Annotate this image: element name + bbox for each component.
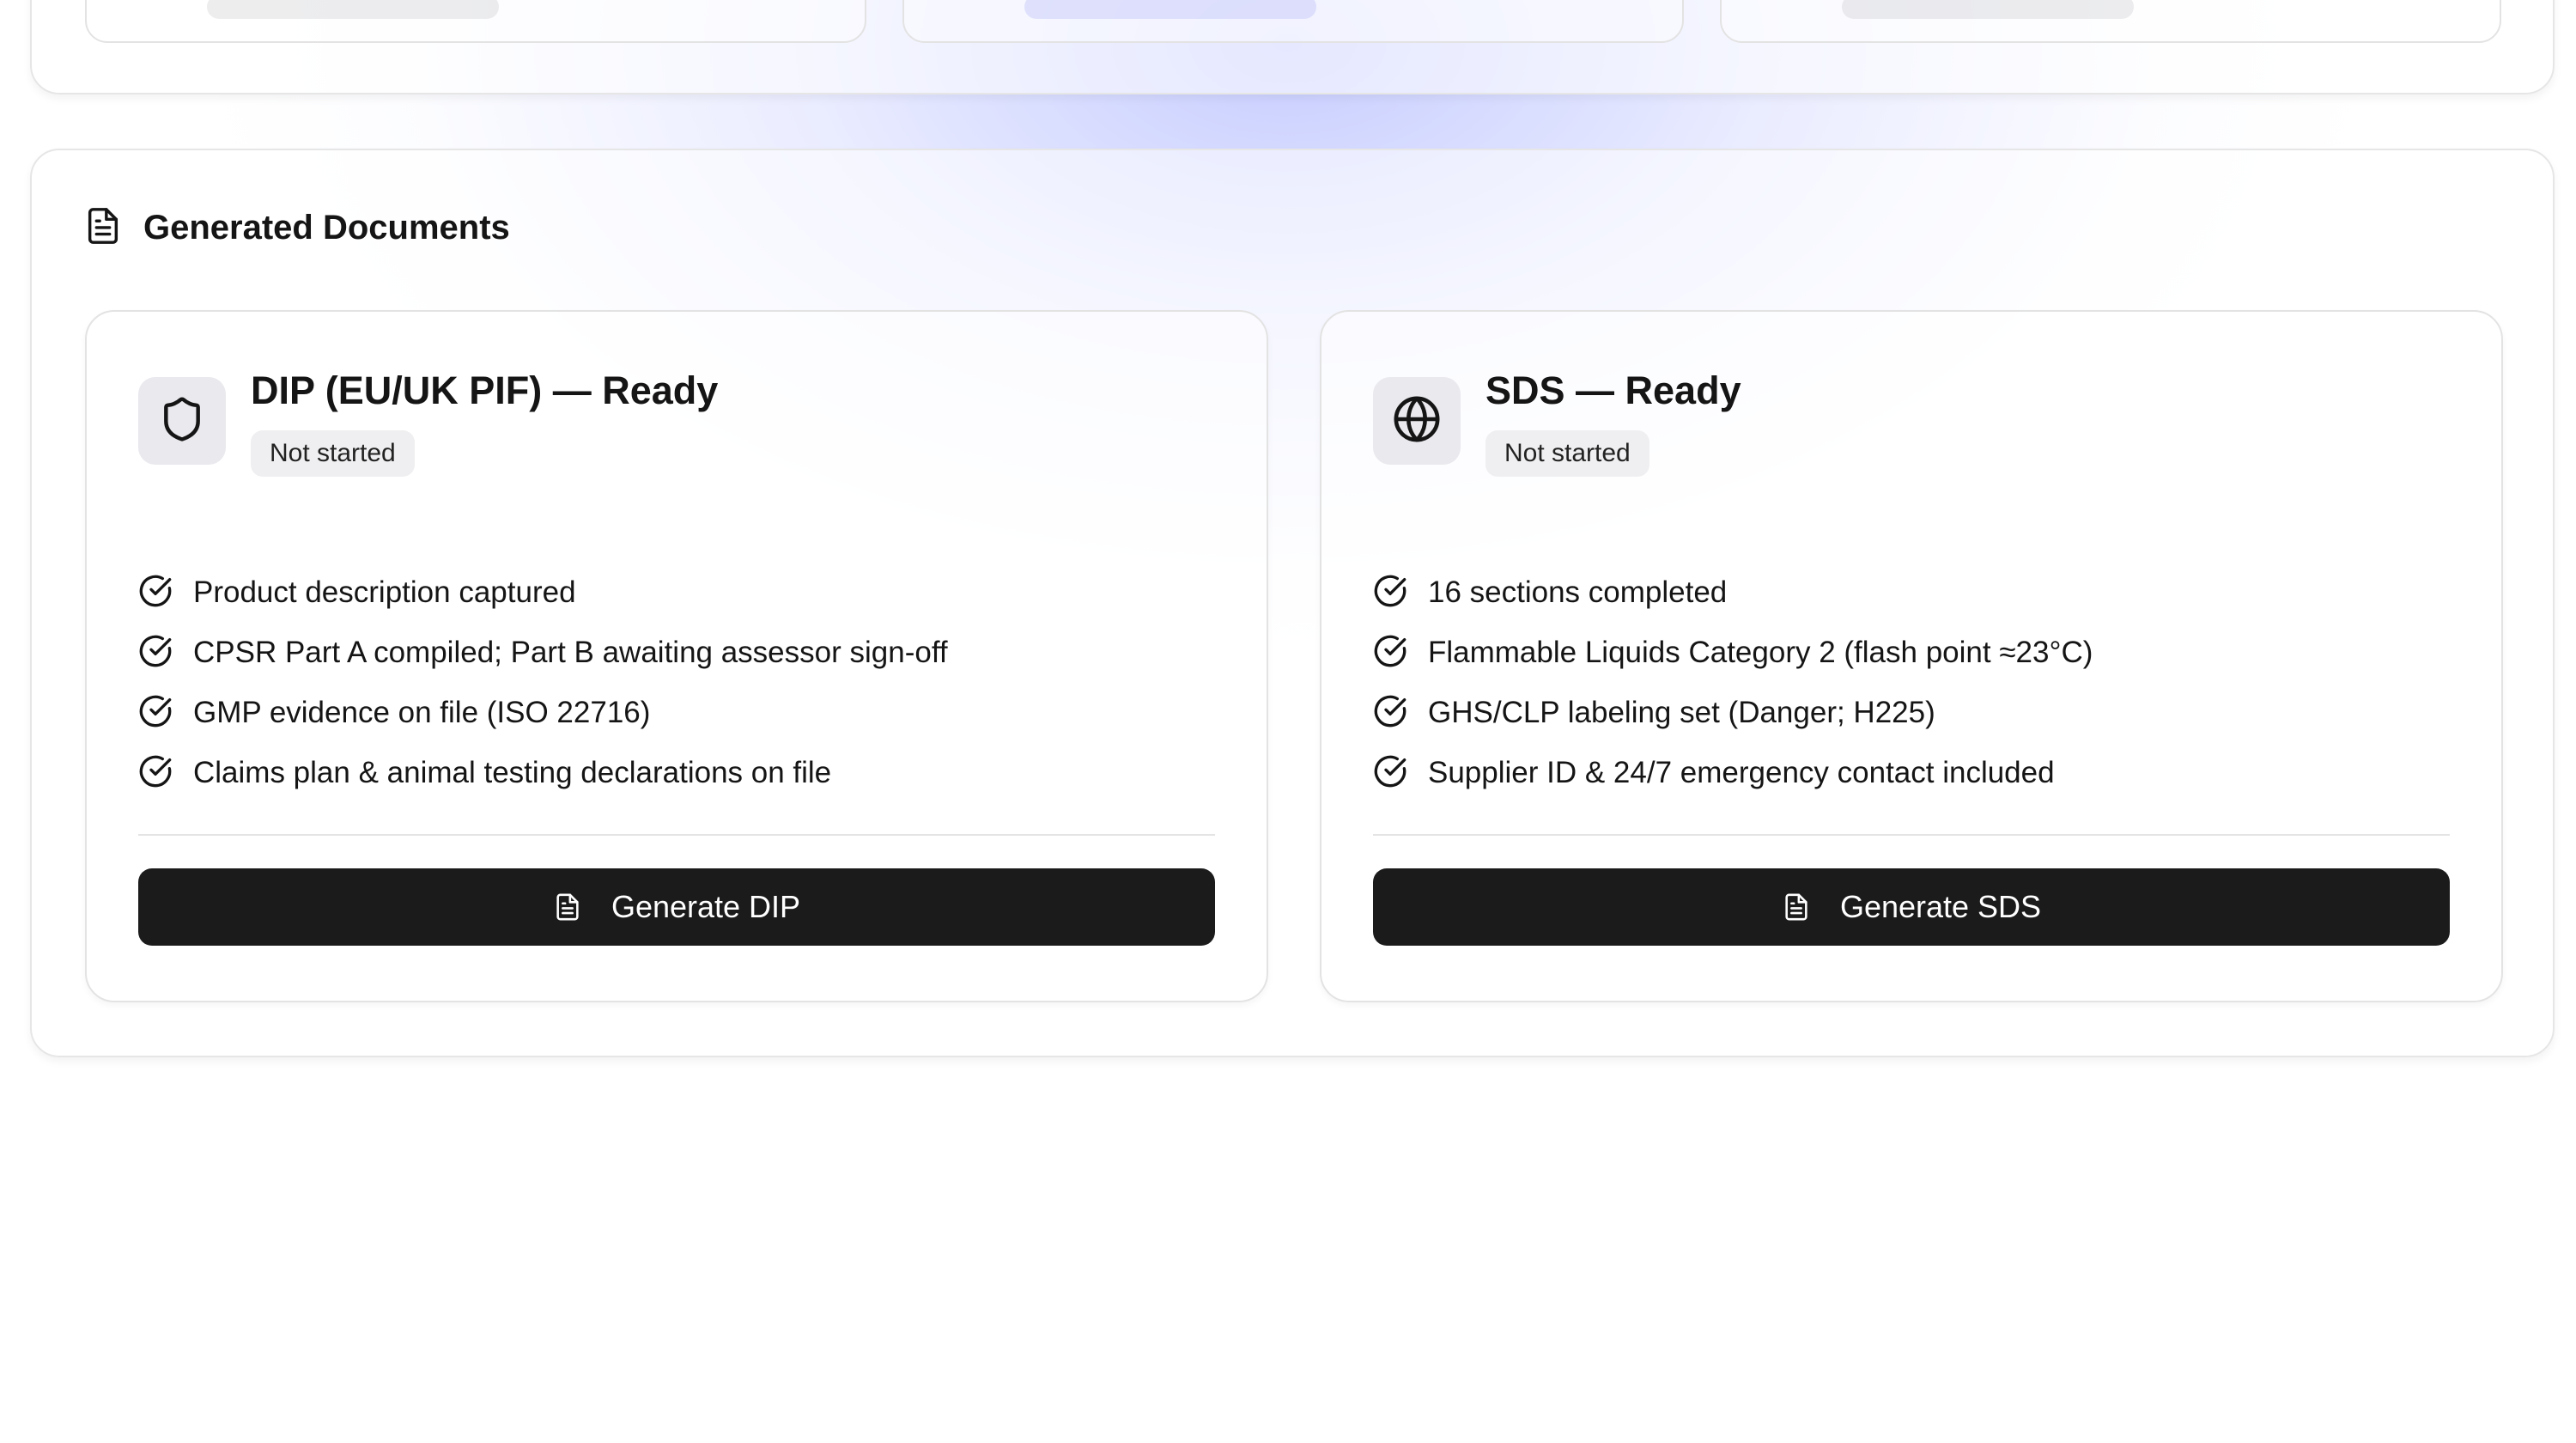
summary-card	[1720, 0, 2501, 43]
globe-icon	[1392, 394, 1442, 448]
list-item: CPSR Part A compiled; Part B awaiting as…	[138, 634, 948, 672]
status-badge: Not started	[251, 430, 415, 477]
checklist-item-text: GHS/CLP labeling set (Danger; H225)	[1428, 696, 1935, 729]
checklist-item-text: Product description captured	[193, 575, 576, 609]
check-circle-icon	[1373, 574, 1407, 612]
section-title: Generated Documents	[143, 209, 510, 247]
check-circle-icon	[1373, 754, 1407, 793]
status-badge: Not started	[1485, 430, 1649, 477]
file-text-icon	[83, 204, 123, 253]
list-item: Supplier ID & 24/7 emergency contact inc…	[1373, 754, 2093, 792]
summary-card-badge	[1842, 0, 2134, 19]
list-item: GMP evidence on file (ISO 22716)	[138, 694, 948, 732]
divider	[138, 834, 1215, 836]
checklist-item-text: 16 sections completed	[1428, 575, 1728, 609]
doc-icon-container	[1373, 377, 1461, 465]
list-item: Claims plan & animal testing declaration…	[138, 754, 948, 792]
list-item: Flammable Liquids Category 2 (flash poin…	[1373, 634, 2093, 672]
file-text-icon	[1782, 890, 1811, 924]
button-label: Generate DIP	[611, 889, 801, 924]
summary-card	[902, 0, 1684, 43]
list-item: 16 sections completed	[1373, 574, 2093, 612]
file-text-icon	[553, 890, 582, 924]
button-label: Generate SDS	[1839, 889, 2042, 924]
checklist-item-text: Supplier ID & 24/7 emergency contact inc…	[1428, 756, 2055, 789]
check-circle-icon	[138, 634, 173, 673]
checklist-item-text: Flammable Liquids Category 2 (flash poin…	[1428, 636, 2093, 669]
list-item: GHS/CLP labeling set (Danger; H225)	[1373, 694, 2093, 732]
summary-card-badge	[1024, 0, 1316, 19]
section-header: Generated Documents	[83, 204, 510, 253]
sds-document-card: SDS — Ready Not started 16 sections comp…	[1320, 310, 2503, 1002]
generate-sds-button[interactable]: Generate SDS	[1373, 868, 2450, 946]
summary-card-badge	[207, 0, 499, 19]
checklist-item-text: Claims plan & animal testing declaration…	[193, 756, 832, 789]
dip-document-card: DIP (EU/UK PIF) — Ready Not started Prod…	[85, 310, 1268, 1002]
doc-icon-container	[138, 377, 226, 465]
check-circle-icon	[1373, 694, 1407, 733]
check-circle-icon	[138, 754, 173, 793]
checklist: Product description captured CPSR Part A…	[138, 574, 948, 792]
divider	[1373, 834, 2450, 836]
generated-documents-panel: Generated Documents DIP (EU/UK PIF) — Re…	[30, 149, 2555, 1057]
check-circle-icon	[138, 574, 173, 612]
generate-dip-button[interactable]: Generate DIP	[138, 868, 1215, 946]
summary-card	[85, 0, 866, 43]
doc-title: DIP (EU/UK PIF) — Ready	[251, 368, 719, 412]
check-circle-icon	[138, 694, 173, 733]
summary-panel	[30, 0, 2555, 94]
doc-title: SDS — Ready	[1485, 368, 1741, 412]
check-circle-icon	[1373, 634, 1407, 673]
checklist: 16 sections completed Flammable Liquids …	[1373, 574, 2093, 792]
list-item: Product description captured	[138, 574, 948, 612]
shield-icon	[158, 395, 206, 448]
checklist-item-text: CPSR Part A compiled; Part B awaiting as…	[193, 636, 948, 669]
checklist-item-text: GMP evidence on file (ISO 22716)	[193, 696, 651, 729]
